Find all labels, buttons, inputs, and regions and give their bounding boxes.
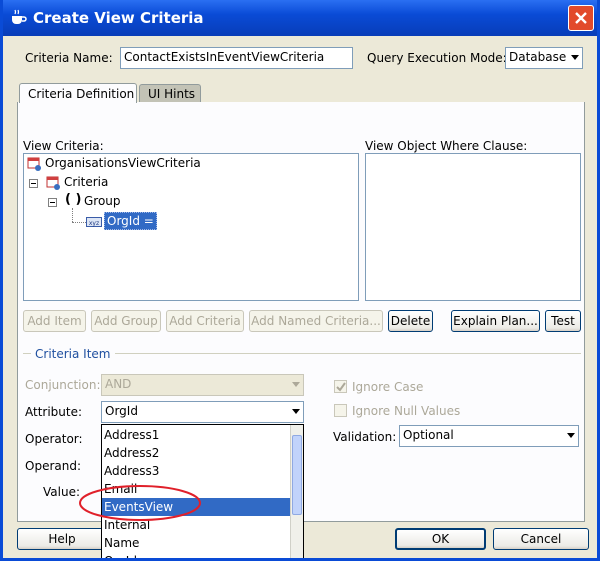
scrollbar-thumb[interactable] [292, 435, 302, 515]
attribute-label: Attribute: [25, 405, 83, 419]
coffee-cup-icon [12, 9, 27, 24]
conjunction-label: Conjunction: [25, 378, 101, 392]
tab-criteria-definition[interactable]: Criteria Definition [19, 83, 137, 103]
chevron-down-icon [571, 55, 579, 60]
section-divider [115, 353, 581, 354]
collapse-icon[interactable] [48, 198, 57, 207]
value-label: Value: [43, 485, 80, 499]
query-mode-value: Database [509, 50, 567, 64]
tree-item-group[interactable]: Group [84, 194, 121, 208]
group-parens-icon: ( ) [65, 192, 82, 207]
attribute-option-orgid[interactable]: OrgId [102, 552, 291, 558]
tree-item-criteria[interactable]: Criteria [64, 175, 108, 189]
section-divider [23, 353, 31, 354]
conjunction-value: AND [105, 377, 132, 391]
operand-label: Operand: [25, 459, 81, 473]
title-bar[interactable]: Create View Criteria [3, 0, 597, 36]
explain-plan-button[interactable]: Explain Plan... [451, 310, 540, 332]
attribute-select[interactable]: OrgId [101, 401, 304, 423]
close-button[interactable] [568, 5, 594, 31]
operator-label: Operator: [25, 432, 83, 446]
ignore-null-checkbox[interactable] [334, 404, 347, 417]
close-icon [575, 12, 587, 24]
dropdown-scrollbar[interactable] [290, 425, 303, 558]
ok-button[interactable]: OK [395, 528, 486, 550]
window-title: Create View Criteria [33, 9, 204, 27]
ignore-case-label: Ignore Case [352, 380, 424, 394]
criteria-item-section-label: Criteria Item [35, 347, 111, 361]
query-mode-select[interactable]: Database [505, 47, 583, 69]
attribute-value: OrgId [105, 404, 138, 418]
view-criteria-label: View Criteria: [23, 139, 104, 153]
help-button[interactable]: Help [17, 528, 107, 550]
criteria-name-label: Criteria Name: [25, 51, 113, 65]
delete-button[interactable]: Delete [388, 310, 433, 332]
annotation-ellipse [79, 485, 201, 521]
create-view-criteria-dialog: Create View Criteria Criteria Name: Cont… [0, 0, 600, 561]
tab-ui-hints[interactable]: UI Hints [139, 84, 201, 102]
tree-item-root[interactable]: OrganisationsViewCriteria [45, 156, 201, 170]
add-named-criteria-button[interactable]: Add Named Criteria... [249, 310, 383, 332]
attribute-option-address3[interactable]: Address3 [102, 462, 291, 480]
add-group-button[interactable]: Add Group [91, 310, 161, 332]
chevron-down-icon [292, 409, 300, 414]
query-mode-label: Query Execution Mode: [367, 51, 507, 65]
where-clause-label: View Object Where Clause: [365, 139, 528, 153]
add-item-button[interactable]: Add Item [23, 310, 86, 332]
chevron-down-icon [292, 382, 300, 387]
svg-text:xyz: xyz [89, 220, 99, 227]
checkmark-icon [336, 382, 346, 392]
add-criteria-button[interactable]: Add Criteria [166, 310, 244, 332]
tree-item-orgid[interactable]: OrgId = [104, 212, 157, 230]
attribute-xyz-icon: xyz [86, 217, 102, 227]
view-criteria-icon [27, 157, 41, 171]
ignore-null-label: Ignore Null Values [352, 404, 461, 418]
validation-select[interactable]: Optional [399, 425, 579, 447]
ignore-case-checkbox[interactable] [334, 380, 347, 393]
validation-label: Validation: [333, 430, 397, 444]
tree-connector [72, 222, 86, 223]
where-clause-textarea[interactable] [365, 153, 581, 301]
test-button[interactable]: Test [545, 310, 581, 332]
conjunction-select[interactable]: AND [101, 374, 304, 396]
attribute-option-address1[interactable]: Address1 [102, 426, 291, 444]
attribute-option-name[interactable]: Name [102, 534, 291, 552]
view-criteria-tree[interactable]: OrganisationsViewCriteria Criteria ( ) G… [23, 153, 359, 301]
criteria-icon [46, 176, 60, 190]
collapse-icon[interactable] [29, 179, 38, 188]
validation-value: Optional [403, 428, 454, 442]
criteria-name-input[interactable]: ContactExistsInEventViewCriteria [120, 47, 353, 69]
attribute-option-address2[interactable]: Address2 [102, 444, 291, 462]
cancel-button[interactable]: Cancel [493, 528, 589, 550]
tree-connector [72, 208, 73, 222]
chevron-down-icon [567, 433, 575, 438]
